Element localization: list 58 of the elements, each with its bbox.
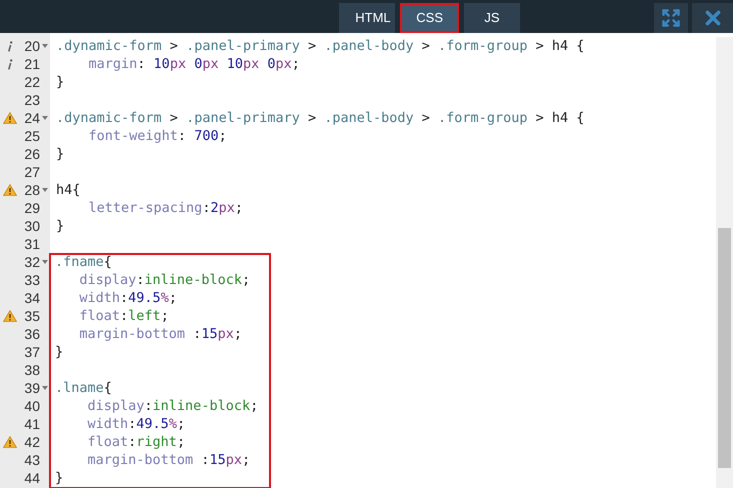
fold-arrow-icon[interactable]	[42, 260, 48, 264]
line-number: 39	[23, 379, 40, 397]
line-number: 37	[23, 343, 40, 361]
line-number: 22	[23, 73, 40, 91]
line-number: 38	[23, 361, 40, 379]
code-line: margin-bottom :15px;	[86, 452, 250, 468]
line-number: 36	[23, 325, 40, 343]
code-line: font-weight: 700;	[88, 128, 227, 144]
language-tab[interactable]: HTML	[339, 3, 396, 33]
line-number: 29	[23, 199, 40, 217]
fullscreen-button[interactable]	[654, 3, 688, 33]
close-button[interactable]	[692, 3, 733, 33]
line-number: 32	[23, 253, 40, 271]
code-line: }	[56, 218, 64, 234]
code-line: }	[56, 74, 64, 90]
code-line: h4{	[56, 182, 80, 198]
line-number: 27	[23, 163, 40, 181]
code-line: float:left;	[78, 308, 169, 324]
code-line: letter-spacing:2px;	[88, 200, 243, 216]
line-number: 25	[23, 127, 40, 145]
code-line: }	[55, 470, 64, 486]
expand-icon	[661, 8, 681, 28]
code-line: .dynamic-form > .panel-primary > .panel-body > .form-group > h4 {	[56, 110, 584, 126]
line-number: 23	[23, 91, 40, 109]
line-number: 35	[23, 307, 40, 325]
fold-arrow-icon[interactable]	[42, 116, 48, 120]
language-tab[interactable]: CSS	[400, 3, 459, 33]
fold-arrow-icon[interactable]	[42, 44, 48, 48]
line-number: 41	[23, 415, 40, 433]
line-number: 40	[23, 397, 40, 415]
code-line: width:49.5%;	[86, 416, 186, 432]
line-number: 30	[23, 217, 40, 235]
line-number: 43	[23, 451, 40, 469]
line-number: 24	[23, 109, 40, 127]
line-number: 20	[23, 37, 40, 55]
code-line: .lname{	[55, 380, 112, 396]
code-line: display:inline-block;	[78, 272, 250, 288]
fold-arrow-icon[interactable]	[42, 188, 48, 192]
code-line: display:inline-block;	[86, 398, 258, 414]
code-line: margin: 10px 0px 10px 0px;	[88, 56, 300, 72]
code-line: float:right;	[86, 434, 186, 450]
scrollbar-thumb[interactable]	[718, 228, 731, 468]
line-number: 21	[23, 55, 40, 73]
code-line: .dynamic-form > .panel-primary > .panel-body > .form-group > h4 {	[56, 38, 584, 54]
line-number: 42	[23, 433, 40, 451]
code-line: .fname{	[55, 254, 112, 270]
line-number: 44	[23, 469, 40, 487]
code-line: margin-bottom :15px;	[78, 326, 242, 342]
code-line: }	[55, 344, 64, 360]
code-line: }	[56, 146, 64, 162]
fold-arrow-icon[interactable]	[42, 386, 48, 390]
language-tab[interactable]: JS	[464, 3, 520, 33]
line-number: 28	[23, 181, 40, 199]
line-number: 34	[23, 289, 40, 307]
line-number: 33	[23, 271, 40, 289]
line-number: 31	[23, 235, 40, 253]
code-line: width:49.5%;	[78, 290, 177, 306]
line-number: 26	[23, 145, 40, 163]
